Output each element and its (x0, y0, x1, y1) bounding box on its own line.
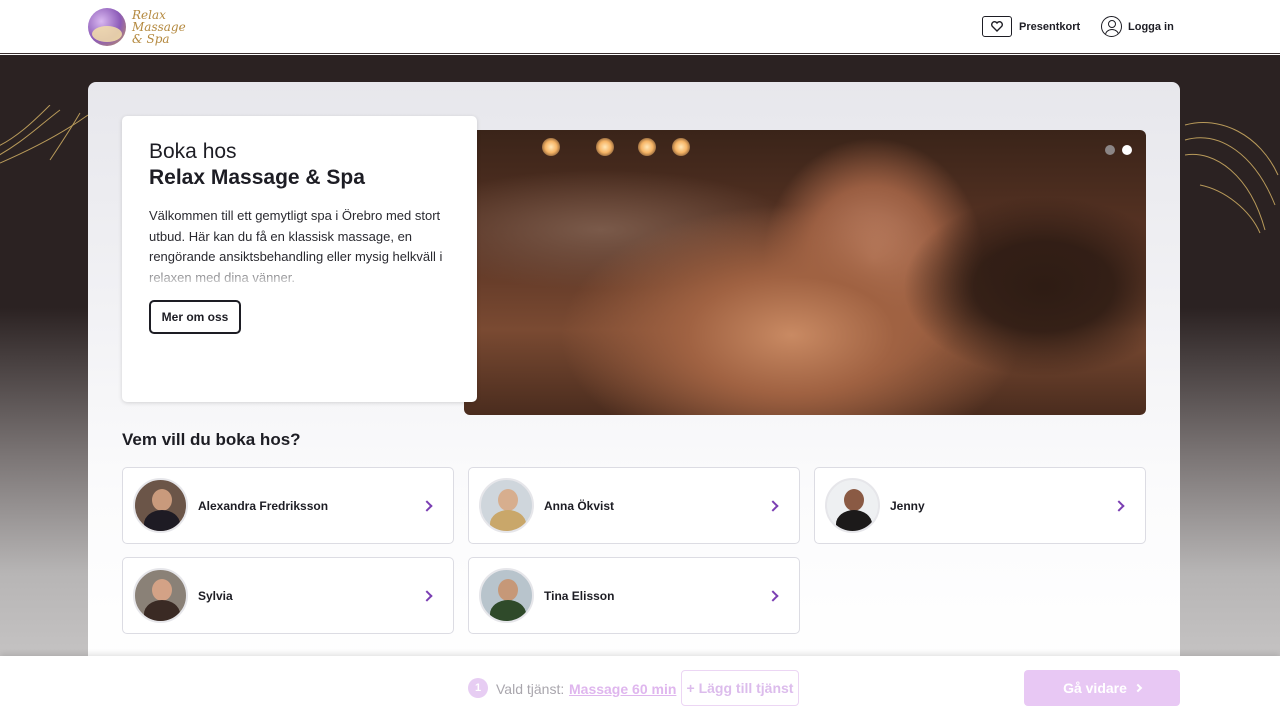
chevron-right-icon (421, 589, 433, 602)
chevron-right-icon (1113, 499, 1125, 512)
staff-name: Anna Ökvist (544, 498, 615, 513)
add-service-button[interactable]: + Lägg till tjänst (681, 670, 799, 706)
avatar (133, 568, 188, 623)
avatar (479, 478, 534, 533)
leaf-decoration-icon (0, 105, 89, 164)
avatar (825, 478, 880, 533)
intro-card: Boka hos Relax Massage & Spa Välkommen t… (122, 116, 477, 402)
step-number-badge: 1 (468, 678, 488, 698)
intro-description: Välkommen till ett gemytligt spa i Örebr… (149, 208, 443, 285)
more-about-us-button[interactable]: Mer om oss (149, 300, 241, 334)
intro-pretitle: Boka hos (149, 140, 237, 163)
chevron-right-icon (767, 589, 779, 602)
selected-service-label: Vald tjänst: (496, 681, 565, 697)
continue-label: Gå vidare (1063, 680, 1127, 696)
massage-hero-image (464, 130, 1146, 415)
avatar (133, 478, 188, 533)
heart-icon (982, 16, 1012, 37)
selected-service-link[interactable]: Massage 60 min (569, 681, 676, 697)
logo-wordmark: Relax Massage & Spa (132, 8, 186, 46)
staff-card-tina-elisson[interactable]: Tina Elisson (468, 557, 800, 634)
staff-name: Sylvia (198, 588, 233, 603)
carousel-dot-1[interactable] (1105, 145, 1115, 155)
leaf-decoration-icon (1184, 121, 1279, 234)
carousel-dot-2[interactable] (1122, 145, 1132, 155)
chevron-right-icon (767, 499, 779, 512)
staff-name: Tina Elisson (544, 588, 615, 603)
staff-name: Jenny (890, 498, 925, 513)
chevron-right-icon (1133, 683, 1143, 693)
salon-title: Relax Massage & Spa (149, 166, 365, 189)
brand-logo[interactable]: Relax Massage & Spa (88, 6, 198, 48)
candle-light-icon (638, 138, 656, 156)
giftcard-link[interactable]: Presentkort (982, 16, 1080, 37)
staff-name: Alexandra Fredriksson (198, 498, 329, 513)
site-header: Relax Massage & Spa Presentkort Logga in (0, 0, 1280, 54)
candle-light-icon (542, 138, 560, 156)
login-label: Logga in (1128, 20, 1174, 33)
giftcard-label: Presentkort (1019, 20, 1081, 33)
continue-button[interactable]: Gå vidare (1024, 670, 1180, 706)
carousel-dots (1105, 145, 1132, 155)
candle-light-icon (672, 138, 690, 156)
staff-card-jenny[interactable]: Jenny (814, 467, 1146, 544)
avatar (479, 568, 534, 623)
staff-card-alexandra-fredriksson[interactable]: Alexandra Fredriksson (122, 467, 454, 544)
login-link[interactable]: Logga in (1101, 16, 1174, 37)
chevron-right-icon (421, 499, 433, 512)
staff-heading: Vem vill du boka hos? (122, 430, 301, 449)
booking-summary-bar: 1 Vald tjänst: Massage 60 min + Lägg til… (0, 656, 1280, 720)
candle-light-icon (596, 138, 614, 156)
user-icon (1101, 16, 1122, 37)
staff-card-sylvia[interactable]: Sylvia (122, 557, 454, 634)
staff-card-anna-okvist[interactable]: Anna Ökvist (468, 467, 800, 544)
logo-emblem-icon (88, 8, 126, 46)
